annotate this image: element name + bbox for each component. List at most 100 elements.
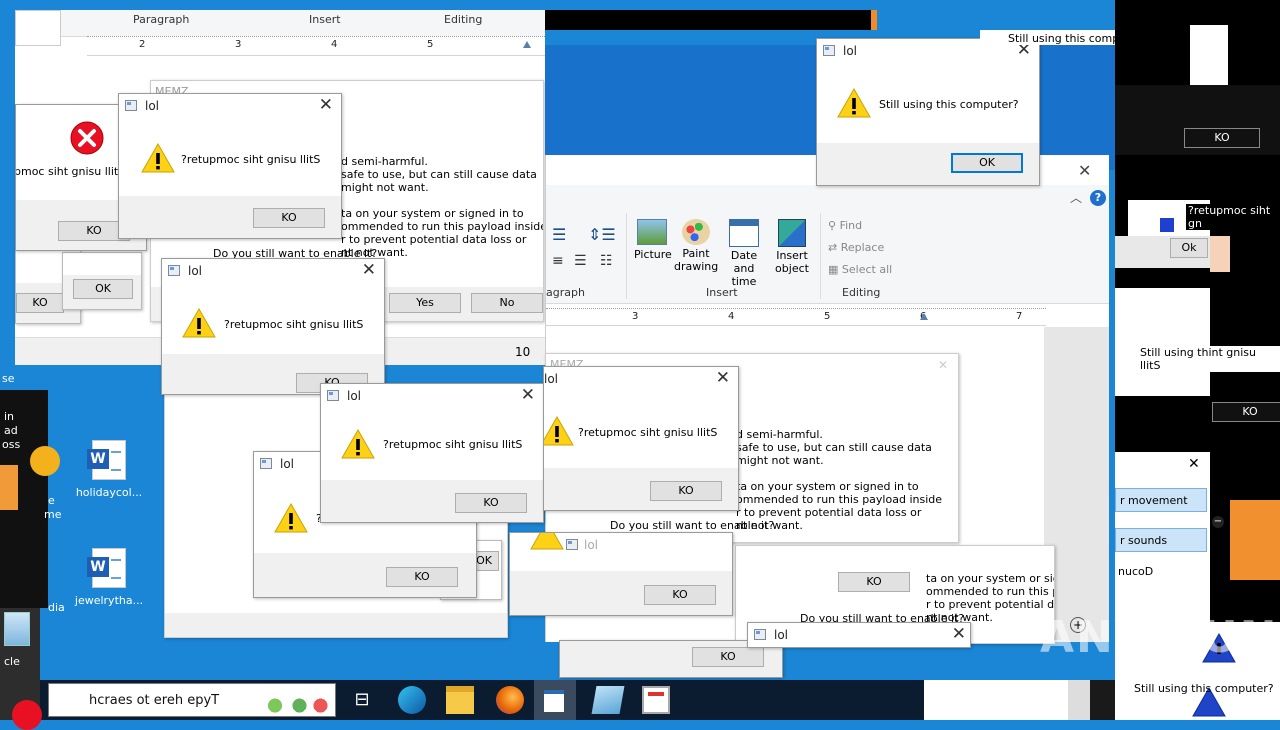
tray-gray-block: [1068, 680, 1090, 720]
orange-glitch-block: [1230, 500, 1280, 580]
file-explorer-icon[interactable]: [446, 686, 474, 714]
notepad-icon[interactable]: [591, 686, 625, 714]
desktop-partial-label: oss: [2, 438, 21, 451]
warning-icon: [274, 502, 308, 533]
dialog-message: ?retupmoc siht gnisu llitS: [224, 318, 364, 331]
ko-button[interactable]: KO: [1184, 128, 1260, 148]
ribbon-group-paragraph: agraph: [546, 286, 585, 299]
line-spacing-icon[interactable]: ⇕☰: [588, 225, 616, 244]
desktop-icon-label: jewelrytha...: [74, 594, 144, 607]
dialog-bottom-right: lol ✕: [747, 622, 971, 648]
ok-button[interactable]: OK: [951, 153, 1023, 173]
warning-icon: [837, 87, 871, 118]
ruler-mark: 5: [824, 311, 831, 322]
ko-button[interactable]: KO: [1212, 402, 1280, 422]
align-center-icon[interactable]: ≡: [552, 253, 564, 269]
desktop-icon-label: holidaycol...: [75, 486, 143, 499]
right-strip-bottom-text: Still using this computer?: [1134, 682, 1274, 695]
ribbon-separator: [626, 213, 627, 299]
task-view-icon[interactable]: ⊟: [348, 686, 376, 714]
ok-button[interactable]: OK: [73, 279, 133, 299]
dialog-message: ?retupmoc siht gnisu llitS: [578, 426, 718, 439]
ruler-mark: 4: [728, 311, 735, 322]
insert-object-button[interactable]: Insert object: [770, 219, 814, 275]
help-icon[interactable]: ?: [1090, 190, 1106, 206]
ko-button[interactable]: KO: [455, 493, 527, 513]
edge-icon[interactable]: [398, 686, 426, 714]
dialog-title: lol: [347, 389, 362, 403]
close-icon[interactable]: ✕: [1188, 456, 1200, 472]
close-icon[interactable]: ✕: [716, 368, 730, 388]
right-strip-cuco: nucoD: [1118, 565, 1154, 578]
find-label: Find: [839, 219, 863, 232]
select-all-button[interactable]: ▦ Select all: [828, 263, 892, 276]
desktop-partial-label: dia: [48, 601, 65, 614]
ko-button[interactable]: KO: [644, 585, 716, 605]
align-justify-icon[interactable]: ☰: [574, 253, 587, 269]
ko-button[interactable]: KO: [386, 567, 458, 587]
warning-icon: [530, 533, 564, 550]
dialog-title: lol: [544, 372, 559, 386]
paint-drawing-button[interactable]: Paint drawing: [674, 219, 718, 273]
dialog-message: ?retupmoc siht gnisu llitS: [383, 438, 523, 451]
close-icon[interactable]: ✕: [952, 624, 966, 644]
ko-button[interactable]: KO: [692, 647, 764, 667]
collapse-icon[interactable]: −: [1212, 516, 1224, 528]
desktop-partial-label: me: [44, 508, 62, 521]
ko-button[interactable]: KO: [838, 572, 910, 592]
paragraph-icon[interactable]: ☷: [600, 253, 613, 269]
no-button[interactable]: No: [471, 293, 543, 313]
date-time-button[interactable]: Date and time: [720, 219, 768, 288]
ko-button[interactable]: KO: [16, 293, 64, 313]
app-window-icon[interactable]: [642, 686, 670, 714]
error-message: pmoc siht gnisu llitS: [15, 165, 126, 178]
select-all-label: Select all: [841, 263, 893, 276]
bullets-icon[interactable]: ☰: [552, 225, 566, 244]
page-number: 10: [515, 345, 531, 359]
error-icon: [70, 121, 104, 155]
menu-item-label: r movement: [1120, 494, 1188, 507]
chevron-up-icon[interactable]: ︿: [1070, 189, 1082, 206]
word-doc-icon: [87, 440, 126, 480]
warn-dialog-right-center: lol ✕ ?retupmoc siht gnisu llitS KO: [543, 366, 739, 511]
close-icon[interactable]: ✕: [521, 385, 535, 405]
ok-button[interactable]: Ok: [1170, 238, 1208, 258]
picture-button[interactable]: Picture: [634, 219, 672, 261]
desktop-partial-label: cle: [4, 655, 20, 668]
indent-marker[interactable]: [920, 313, 928, 320]
word-doc-icon: [87, 548, 126, 588]
yes-button[interactable]: Yes: [389, 293, 461, 313]
close-icon[interactable]: ✕: [362, 260, 376, 280]
ruler-mark: 7: [1016, 311, 1023, 322]
wordpad-taskbar-icon[interactable]: [534, 680, 576, 720]
firefox-icon[interactable]: [496, 686, 524, 714]
right-strip-middle-text: Still using thint gnisu llitS: [1140, 346, 1280, 372]
chrome-icon[interactable]: [30, 446, 60, 476]
search-box[interactable]: hcraes ot ereh epyT: [48, 683, 336, 717]
close-icon[interactable]: ✕: [1078, 161, 1091, 180]
memz-question: Do you still want to enable it?: [610, 519, 775, 532]
right-strip-blue-bar: [1160, 218, 1174, 232]
warn-dialog-mid: lol ✕ ?retupmoc siht gnisu llitS KO: [161, 258, 385, 395]
find-button[interactable]: ⚲ Find: [828, 219, 862, 232]
dialog-bottom-center: lol KO: [509, 532, 733, 616]
dialog-title: lol: [774, 628, 789, 642]
close-icon[interactable]: ✕: [319, 95, 333, 115]
ko-button[interactable]: KO: [253, 208, 325, 228]
recycle-bin-icon[interactable]: [4, 612, 30, 646]
anyrun-watermark: ANY RUN: [1040, 612, 1279, 663]
ribbon-separator: [820, 213, 821, 299]
replace-button[interactable]: ⇄ Replace: [828, 241, 884, 254]
indent-marker[interactable]: [523, 41, 531, 48]
ribbon-stub: [15, 10, 61, 46]
close-icon[interactable]: ✕: [938, 358, 948, 372]
app-icon: [327, 390, 339, 401]
dialog-title: lol: [145, 99, 160, 113]
menu-item-sounds[interactable]: r sounds: [1115, 528, 1207, 552]
desktop-icon-holidaycol[interactable]: holidaycol...: [74, 440, 144, 499]
ko-button[interactable]: KO: [650, 481, 722, 501]
menu-item-movement[interactable]: r movement: [1115, 488, 1207, 512]
desktop-icon-jewelrytha[interactable]: jewelrytha...: [74, 548, 144, 607]
desktop-partial-label: e: [48, 494, 55, 507]
dialog-title: lol: [584, 538, 599, 552]
